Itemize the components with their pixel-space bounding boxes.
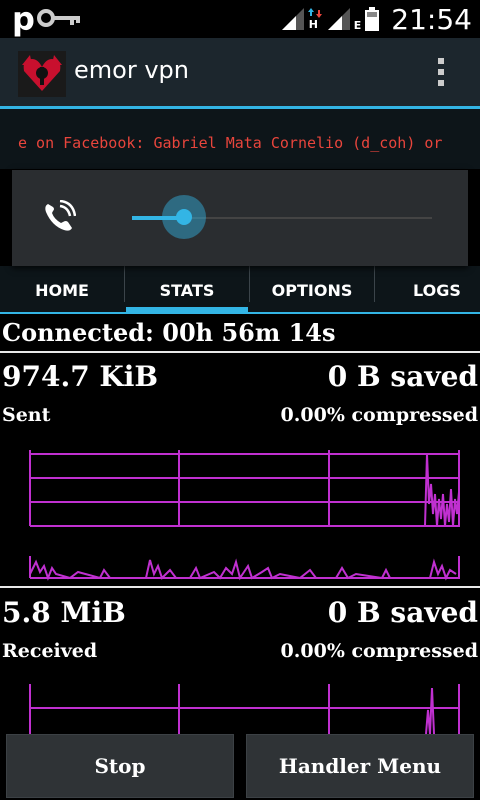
tab-home[interactable]: HOME	[0, 266, 124, 314]
signal-icon	[281, 8, 304, 30]
app-bar: emor vpn	[0, 38, 480, 106]
stats-panel: Connected: 00h 56m 14s 974.7 KiB 0 B sav…	[0, 314, 480, 734]
data-h-plus-icon: H	[307, 8, 324, 31]
clock: 21:54	[391, 2, 472, 36]
battery-icon	[365, 7, 380, 31]
received-traffic-graph	[29, 684, 460, 734]
volume-slider-handle[interactable]	[162, 195, 206, 239]
sent-amount: 974.7 KiB	[2, 360, 159, 393]
action-bar: Stop Handler Menu	[0, 734, 480, 800]
received-label: Received	[2, 640, 98, 662]
tab-bar: HOME STATS OPTIONS LOGS	[0, 266, 480, 314]
received-saved: 0 B saved	[327, 596, 478, 629]
overflow-menu-icon[interactable]	[436, 58, 446, 92]
status-bar: p H E 21:54	[0, 0, 480, 38]
app-logo-icon[interactable]	[18, 51, 66, 97]
data-e-icon: E	[353, 18, 362, 32]
signal-icon	[327, 8, 350, 30]
tab-options[interactable]: OPTIONS	[250, 266, 374, 314]
phone-ring-icon	[45, 200, 76, 231]
tab-logs[interactable]: LOGS	[375, 266, 480, 314]
received-compressed: 0.00% compressed	[280, 640, 478, 662]
status-icons: H E 21:54	[281, 0, 472, 38]
sent-compressed: 0.00% compressed	[280, 404, 478, 426]
stop-button[interactable]: Stop	[6, 734, 234, 798]
key-icon	[37, 9, 80, 27]
volume-popup	[12, 170, 468, 266]
received-amount: 5.8 MiB	[2, 596, 126, 629]
sent-saved: 0 B saved	[327, 360, 478, 393]
section-divider	[0, 586, 480, 588]
status-letter: p	[12, 0, 35, 38]
sent-traffic-graph	[29, 450, 460, 581]
app-title: emor vpn	[74, 56, 189, 84]
ticker-text: e on Facebook: Gabriel Mata Cornelio (d_…	[18, 134, 443, 152]
section-divider	[0, 351, 480, 353]
news-ticker: e on Facebook: Gabriel Mata Cornelio (d_…	[0, 109, 480, 169]
handler-menu-button[interactable]: Handler Menu	[246, 734, 474, 798]
sent-label: Sent	[2, 404, 51, 426]
connection-time: Connected: 00h 56m 14s	[2, 318, 336, 347]
